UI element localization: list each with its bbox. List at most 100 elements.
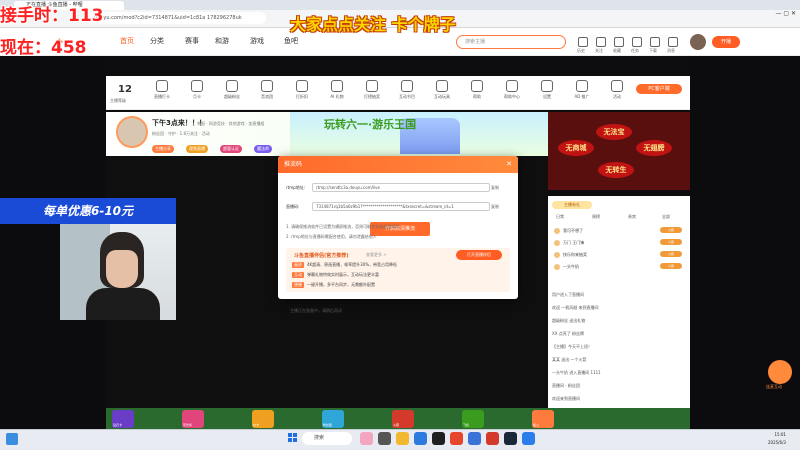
taskbar-clock[interactable]: 15:01 2025/6/3 <box>768 431 786 447</box>
address-bar[interactable]: douyu.com/mod?c2id=7314871&uid=1c81a 178… <box>86 12 266 24</box>
nav-home[interactable]: 首页 <box>120 36 134 46</box>
gift-strip-label: 飞机 <box>463 423 470 427</box>
gift-toolbar-item[interactable]: 活动 <box>601 78 633 108</box>
tag-pill[interactable]: 视频直播 <box>186 145 208 153</box>
chat-message[interactable]: 某某 送出 一个火箭 <box>552 357 686 363</box>
chat-message[interactable]: 【主播】今天不上班！ <box>552 344 686 350</box>
rank-row[interactable]: 一头牛奶 火箭 <box>554 262 686 271</box>
chat-message[interactable]: 直播间 · 粉丝团 <box>552 383 686 389</box>
task-icon[interactable] <box>632 37 642 47</box>
history-icon[interactable] <box>578 37 588 47</box>
rank-badge: 火箭 <box>660 239 682 245</box>
gift-toolbar-item[interactable]: 设置 <box>531 78 563 108</box>
gift-toolbar-item[interactable]: 互动玩具 <box>426 78 458 108</box>
rank-row[interactable]: 快乐你来抽奖 火箭 <box>554 250 686 259</box>
gift-toolbar-item[interactable]: 月卡 <box>181 78 213 108</box>
gift-toolbar-item[interactable]: 打榜抽奖 <box>356 78 388 108</box>
app-icon[interactable] <box>522 432 535 445</box>
open-live-button[interactable]: 开播 <box>712 36 740 48</box>
gift-toolbar-icon <box>506 80 518 92</box>
pc-client-button[interactable]: PC客户端 <box>636 84 682 94</box>
rank-row[interactable]: 万门 王门锋 火箭 <box>554 238 686 247</box>
chat-message[interactable]: 一头牛奶 进入直播间 1111 <box>552 370 686 376</box>
chat-message[interactable]: 用户进入了直播间 <box>552 292 686 298</box>
app-icon[interactable] <box>486 432 499 445</box>
streamer-avatar[interactable] <box>116 116 148 148</box>
open-companion-button[interactable]: 打开直播伴侣 <box>456 250 502 260</box>
search-input[interactable]: 搜索主播 <box>456 35 566 49</box>
gift-toolbar-icon <box>401 80 413 92</box>
stream-key-field[interactable]: 7314871rq1b5a6z9b1?********************&… <box>312 202 490 211</box>
gift-toolbar-item[interactable]: 直播打卡 <box>146 78 178 108</box>
favorite-icon[interactable] <box>614 37 624 47</box>
tag-pill[interactable]: 主播分享 <box>152 145 174 153</box>
rtmp-field[interactable]: rtmp://sendtc3a.douyu.com/live <box>312 183 490 192</box>
gift-toolbar-item[interactable]: 帮助 <box>461 78 493 108</box>
nav-yule[interactable]: 和游 <box>215 36 229 46</box>
gift-toolbar-item[interactable]: 超级粉丝 <box>216 78 248 108</box>
file-explorer-icon[interactable] <box>396 432 409 445</box>
webcam-body <box>86 288 160 320</box>
gift-toolbar-label: 月卡 <box>193 94 201 99</box>
chat-header-tag[interactable]: 主播有礼 <box>552 201 592 209</box>
gift-toolbar-item[interactable]: 打折扣 <box>286 78 318 108</box>
clock-time: 15:01 <box>774 432 786 437</box>
modal-title: 推流码 <box>278 156 518 173</box>
gift-strip-label: 荧光棒 <box>183 423 193 427</box>
steam-icon[interactable] <box>504 432 517 445</box>
stream-key-label: 直播码: <box>286 204 300 209</box>
gift-toolbar-item[interactable]: 音浪团 <box>251 78 283 108</box>
gift-strip-label: 超火 <box>533 423 540 427</box>
gift-toolbar-item[interactable]: 帮助中心 <box>496 78 528 108</box>
rank-badge: 火箭 <box>660 251 682 257</box>
chat-message[interactable]: 欢迎 一帆风顺 来到直播间 <box>552 305 686 311</box>
gift-strip-label: 办卡 <box>253 423 260 427</box>
gift-toolbar-icon <box>611 80 623 92</box>
chrome-icon[interactable] <box>450 432 463 445</box>
chat-message[interactable]: XX 点亮了 粉丝牌 <box>552 331 686 337</box>
download-icon[interactable] <box>650 37 660 47</box>
room-meta[interactable]: 举报 · 网游竞技 · 其他游戏 · 加直播组 <box>197 121 264 127</box>
follow-icon[interactable] <box>596 37 606 47</box>
nav-events[interactable]: 赛事 <box>185 36 199 46</box>
chat-message[interactable]: 超级粉丝 送出礼物 <box>552 318 686 324</box>
widgets-icon[interactable] <box>6 433 18 445</box>
start-icon[interactable] <box>288 433 298 443</box>
nav-category[interactable]: 分类 <box>150 36 164 46</box>
interaction-widget-icon[interactable] <box>768 360 792 384</box>
rank-row[interactable]: 我可不想了 火箭 <box>554 226 686 235</box>
gift-toolbar-label: 帮助 <box>473 94 481 99</box>
edge-browser-icon[interactable] <box>414 432 427 445</box>
nav-forum[interactable]: 鱼吧 <box>284 36 298 46</box>
level-label: 主播等级 <box>110 98 126 103</box>
nav-games[interactable]: 游戏 <box>250 36 264 46</box>
promo-line: 画质 4K超清、原画直播，帧率提升30%，带宽占用降低 <box>292 262 397 268</box>
tab-weekly[interactable]: 周榜 <box>592 214 600 220</box>
promo-more-link[interactable]: 查看更多 > <box>366 252 387 258</box>
tag-pill[interactable]: 魔法师 <box>254 145 272 153</box>
gift-toolbar-item[interactable]: AD 推广 <box>566 78 598 108</box>
room-meta-secondary[interactable]: 粉丝团 · 守护 · 1.8万关注 · 活动 <box>152 131 210 137</box>
tab-all[interactable]: 全部 <box>662 214 670 220</box>
copy-key-button[interactable]: 复制 <box>491 204 499 210</box>
copy-rtmp-button[interactable]: 复制 <box>491 185 499 191</box>
game-app-icon[interactable] <box>360 432 373 445</box>
chat-message[interactable]: 欢迎来到直播间 <box>552 396 686 402</box>
message-icon[interactable] <box>668 37 678 47</box>
store-icon[interactable] <box>432 432 445 445</box>
tab-daily[interactable]: 日常 <box>556 214 564 220</box>
download-label: 下载 <box>649 48 657 53</box>
gift-toolbar-item[interactable]: 互动节目 <box>391 78 423 108</box>
gift-toolbar-item[interactable]: AI 礼物 <box>321 78 353 108</box>
clock-date: 2025/6/3 <box>768 440 786 445</box>
window-controls[interactable]: — ▢ ✕ <box>775 10 796 17</box>
user-avatar[interactable] <box>690 34 706 50</box>
tag-pill[interactable]: 超管认证 <box>220 145 242 153</box>
taskbar-search[interactable]: 搜索 <box>302 432 352 445</box>
rank-badge: 火箭 <box>660 263 682 269</box>
app-icon[interactable] <box>468 432 481 445</box>
task-view-icon[interactable] <box>378 432 391 445</box>
close-icon[interactable]: ✕ <box>506 156 512 173</box>
tab-vip[interactable]: 贵宾 <box>628 214 636 220</box>
gift-toolbar-label: AD 推广 <box>574 94 590 99</box>
